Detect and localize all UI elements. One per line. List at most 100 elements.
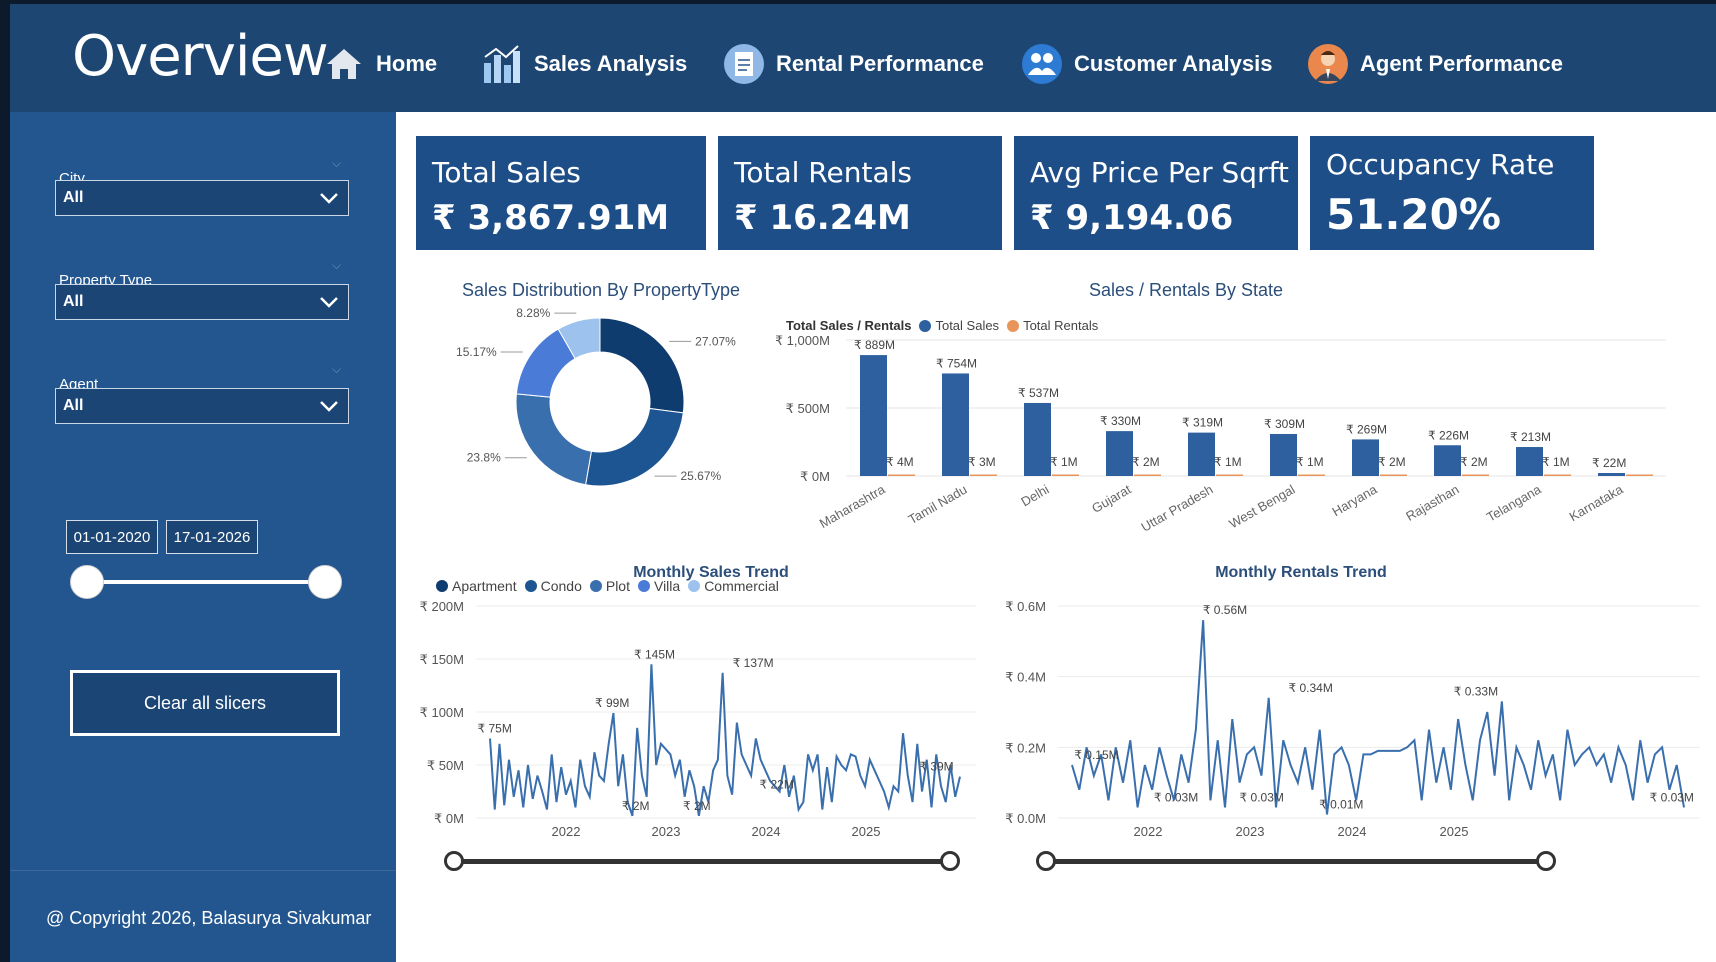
nav-home[interactable]: Home [322, 38, 437, 90]
sales-trend-range-slider[interactable] [454, 859, 949, 864]
clear-all-slicers-button[interactable]: Clear all slicers [70, 670, 340, 736]
bar-sales-label: ₹ 889M [854, 338, 895, 352]
trend-data-label: ₹ 0.01M [1319, 797, 1363, 811]
bar-rentals-label: ₹ 2M [1460, 455, 1488, 469]
bar-sales-haryana[interactable] [1352, 439, 1379, 476]
trend-line[interactable] [1071, 620, 1685, 815]
donut-data-label: 8.28% [516, 308, 550, 320]
donut-data-label: 23.8% [467, 451, 501, 465]
trend-data-label: ₹ 2M [622, 799, 650, 813]
bar-sales-label: ₹ 754M [936, 356, 977, 370]
chevron-down-icon [318, 292, 340, 317]
legend-label-sales: Total Sales [935, 318, 1000, 333]
kpi-card-occupancy-rate[interactable]: Occupancy Rate 51.20% [1310, 136, 1594, 250]
rentals-trend-range-slider[interactable] [1046, 859, 1546, 864]
line-x-tick: 2025 [852, 824, 881, 839]
bar-rentals-haryana[interactable] [1380, 474, 1407, 477]
bar-sales-telangana[interactable] [1516, 447, 1543, 476]
bar-y-tick: ₹ 1,000M [776, 333, 830, 348]
line-x-tick: 2025 [1440, 824, 1469, 839]
bar-rentals-karnataka[interactable] [1626, 474, 1653, 477]
kpi-card-avg-price[interactable]: Avg Price Per Sqrft ₹ 9,194.06 [1014, 136, 1298, 250]
bar-y-tick: ₹ 500M [786, 401, 830, 416]
bar-sales-delhi[interactable] [1024, 402, 1051, 476]
rentals-trend-title: Monthly Rentals Trend [1215, 564, 1387, 581]
bar-sales-uttar-pradesh[interactable] [1188, 432, 1215, 476]
dashboard-canvas: Total Sales ₹ 3,867.91M Total Rentals ₹ … [396, 112, 1716, 962]
monthly-sales-line-chart[interactable]: ₹ 0M ₹ 50M ₹ 100M ₹ 150M ₹ 200M 2022 2023 2024 2… [406, 590, 996, 850]
date-range-slider-track[interactable] [88, 580, 324, 584]
donut-slice-condo[interactable] [585, 407, 684, 487]
bar-sales-west-bengal[interactable] [1270, 433, 1297, 476]
bar-sales-tamil-nadu[interactable] [942, 373, 969, 476]
sales-range-start-handle[interactable] [444, 851, 464, 871]
bar-sales-label: ₹ 269M [1346, 422, 1387, 436]
bar-rentals-tamil-nadu[interactable] [970, 474, 997, 477]
bar-rentals-telangana[interactable] [1544, 474, 1571, 477]
bar-rentals-uttar-pradesh[interactable] [1216, 474, 1243, 477]
bar-sales-maharashtra[interactable] [860, 355, 887, 476]
bar-sales-label: ₹ 319M [1182, 416, 1223, 430]
agent-dropdown[interactable]: All [55, 388, 349, 424]
bar-x-tick: Uttar Pradesh [1139, 482, 1216, 535]
agent-dropdown-value: All [63, 397, 84, 414]
bar-rentals-gujarat[interactable] [1134, 474, 1161, 477]
nav-agent-performance[interactable]: Agent Performance [1306, 38, 1563, 90]
trend-data-label: ₹ 0.03M [1650, 790, 1694, 804]
donut-data-label: 15.17% [456, 345, 497, 359]
bar-rentals-delhi[interactable] [1052, 474, 1079, 477]
bar-sales-gujarat[interactable] [1106, 431, 1133, 476]
line-x-tick: 2024 [1338, 824, 1367, 839]
page-title: Overview [72, 24, 329, 89]
date-range-start-handle[interactable] [70, 565, 104, 599]
bar-rentals-label: ₹ 1M [1296, 455, 1324, 469]
trend-data-label: ₹ 39M [919, 760, 953, 774]
bar-sales-rajasthan[interactable] [1434, 445, 1461, 476]
bar-rentals-west-bengal[interactable] [1298, 474, 1325, 477]
filter-sidebar: City ⌵ All Property Type ⌵ All Agent ⌵ A… [10, 112, 396, 962]
state-bar-chart[interactable]: ₹ 0M ₹ 500M ₹ 1,000M ₹ 889M ₹ 4M Maharashtra ₹… [776, 332, 1706, 562]
start-date-input[interactable]: 01-01-2020 [66, 520, 158, 554]
bar-sales-karnataka[interactable] [1598, 473, 1625, 476]
rentals-range-end-handle[interactable] [1536, 851, 1556, 871]
end-date-input[interactable]: 17-01-2026 [166, 520, 258, 554]
chevron-down-icon [318, 396, 340, 421]
bar-sales-label: ₹ 22M [1592, 456, 1626, 470]
legend-dot-rentals [1007, 319, 1020, 332]
donut-slice-plot[interactable] [515, 393, 592, 486]
property-type-donut-chart[interactable]: 27.07% 25.67% 23.8% 15.17% 8.28% [416, 308, 796, 568]
line-y-tick: ₹ 100M [420, 705, 464, 720]
line-y-tick: ₹ 0.0M [1005, 811, 1046, 826]
donut-slice-apartment[interactable] [599, 317, 685, 414]
nav-customer-analysis-label: Customer Analysis [1074, 51, 1273, 76]
nav-rental-performance[interactable]: Rental Performance [722, 38, 984, 90]
sales-range-end-handle[interactable] [940, 851, 960, 871]
property-type-slicer-collapse-icon[interactable]: ⌵ [332, 258, 341, 273]
trend-data-label: ₹ 0.33M [1454, 684, 1498, 698]
city-dropdown[interactable]: All [55, 180, 349, 216]
kpi-value: ₹ 16.24M [734, 198, 911, 238]
trend-data-label: ₹ 2M [683, 799, 711, 813]
date-range-end-handle[interactable] [308, 565, 342, 599]
property-type-dropdown[interactable]: All [55, 284, 349, 320]
bar-x-tick: Maharashtra [817, 481, 888, 531]
trend-line[interactable] [489, 664, 961, 817]
kpi-card-total-rentals[interactable]: Total Rentals ₹ 16.24M [718, 136, 1002, 250]
monthly-rentals-line-chart[interactable]: ₹ 0.0M ₹ 0.2M ₹ 0.4M ₹ 0.6M 2022 2023 2024 2025… [1000, 590, 1716, 850]
legend-dot-sales [919, 319, 932, 332]
nav-customer-analysis[interactable]: Customer Analysis [1020, 38, 1272, 90]
rentals-range-start-handle[interactable] [1036, 851, 1056, 871]
nav-sales-analysis[interactable]: Sales Analysis [480, 38, 687, 90]
line-x-tick: 2023 [1236, 824, 1265, 839]
bar-rentals-rajasthan[interactable] [1462, 474, 1489, 477]
bar-rentals-maharashtra[interactable] [888, 474, 915, 477]
copyright-text: @ Copyright 2026, Balasurya Sivakumar [46, 908, 372, 928]
trend-data-label: ₹ 75M [478, 722, 512, 736]
kpi-card-total-sales[interactable]: Total Sales ₹ 3,867.91M [416, 136, 706, 250]
agent-slicer-collapse-icon[interactable]: ⌵ [332, 362, 341, 377]
rent-document-icon [722, 42, 766, 86]
bar-rentals-label: ₹ 1M [1542, 455, 1570, 469]
bar-sales-label: ₹ 226M [1428, 428, 1469, 442]
city-slicer-collapse-icon[interactable]: ⌵ [332, 156, 341, 171]
line-x-tick: 2022 [552, 824, 581, 839]
